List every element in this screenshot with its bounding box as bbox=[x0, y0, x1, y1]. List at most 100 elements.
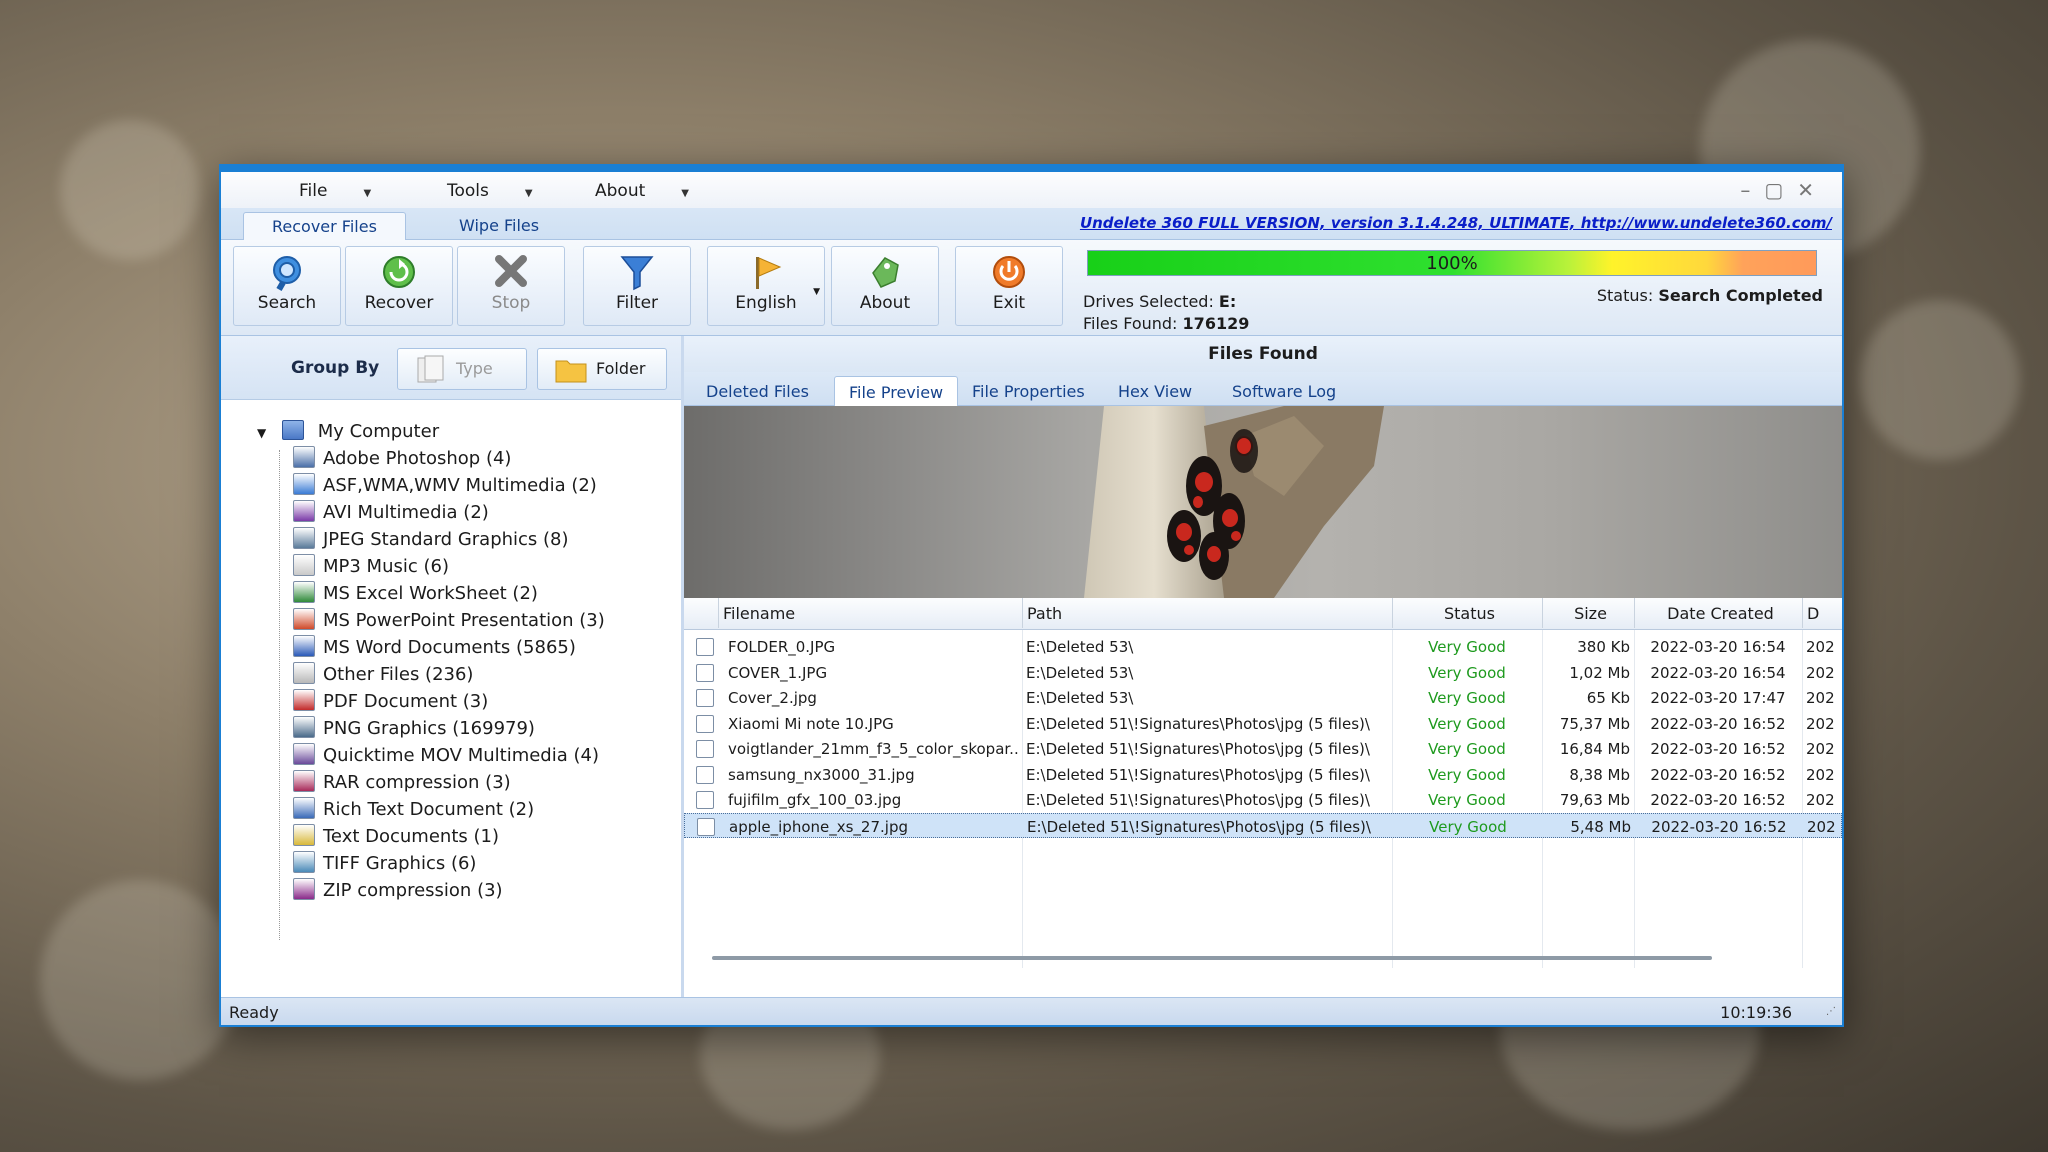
cell-date-created: 2022-03-20 16:52 bbox=[1650, 714, 1786, 733]
tree-item[interactable]: MS PowerPoint Presentation (3) bbox=[293, 608, 605, 634]
tree-item-label: MS Excel WorkSheet (2) bbox=[323, 583, 538, 604]
table-row[interactable]: samsung_nx3000_31.jpg E:\Deleted 51\!Sign… bbox=[684, 762, 1842, 787]
tab-file-properties[interactable]: File Properties bbox=[958, 376, 1099, 406]
collapse-icon[interactable]: ▼ bbox=[257, 426, 266, 440]
group-by-folder-label: Folder bbox=[596, 359, 646, 378]
menu-bar: File ▼ Tools ▼ About ▼ –▢✕ bbox=[221, 172, 1842, 208]
cell-filename: Xiaomi Mi note 10.JPG bbox=[728, 714, 894, 733]
language-button-label: English bbox=[735, 293, 797, 313]
cell-path: E:\Deleted 51\!Signatures\Photos\jpg (5 … bbox=[1026, 740, 1370, 758]
tree-item[interactable]: Other Files (236) bbox=[293, 662, 473, 688]
folder-icon bbox=[555, 360, 587, 383]
version-link[interactable]: Undelete 360 FULL VERSION, version 3.1.4… bbox=[1080, 214, 1832, 232]
left-pane: Group By Type Folder ▼ My Computer Adobe… bbox=[221, 336, 681, 997]
tab-file-preview[interactable]: File Preview bbox=[834, 376, 959, 406]
table-row[interactable]: Cover_2.jpg E:\Deleted 53\ Very Good 65 Kb 2… bbox=[684, 685, 1842, 710]
menu-file[interactable]: File ▼ bbox=[299, 181, 371, 201]
tree-item[interactable]: JPEG Standard Graphics (8) bbox=[293, 527, 569, 553]
col-path[interactable]: Path bbox=[1022, 598, 1392, 628]
tab-hex-view[interactable]: Hex View bbox=[1104, 376, 1206, 406]
stop-icon bbox=[495, 255, 527, 287]
col-size[interactable]: Size bbox=[1542, 598, 1634, 628]
exit-button[interactable]: Exit bbox=[955, 246, 1063, 326]
status-label: Status: bbox=[1596, 286, 1654, 305]
tree-item[interactable]: RAR compression (3) bbox=[293, 770, 511, 796]
filter-button[interactable]: Filter bbox=[583, 246, 691, 326]
col-status[interactable]: Status bbox=[1392, 598, 1542, 628]
tab-wipe-files[interactable]: Wipe Files bbox=[431, 212, 567, 240]
row-checkbox[interactable] bbox=[696, 663, 714, 682]
minimize-icon[interactable]: – bbox=[1740, 178, 1764, 202]
cell-path: E:\Deleted 53\ bbox=[1026, 689, 1134, 707]
tree-item[interactable]: MP3 Music (6) bbox=[293, 554, 449, 580]
tree-item[interactable]: ASF,WMA,WMV Multimedia (2) bbox=[293, 473, 597, 499]
tree-item-label: MP3 Music (6) bbox=[323, 556, 449, 577]
tree-item[interactable]: MS Excel WorkSheet (2) bbox=[293, 581, 538, 607]
cell-size: 1,02 Mb bbox=[1569, 663, 1630, 682]
table-header: Filename Path Status Size Date Created D bbox=[684, 598, 1842, 630]
tree-item-label: AVI Multimedia (2) bbox=[323, 502, 489, 523]
search-button[interactable]: Search bbox=[233, 246, 341, 326]
tab-deleted-files[interactable]: Deleted Files bbox=[692, 376, 823, 406]
row-checkbox[interactable] bbox=[696, 689, 714, 707]
tree-item[interactable]: Adobe Photoshop (4) bbox=[293, 446, 511, 472]
tree-item[interactable]: Quicktime MOV Multimedia (4) bbox=[293, 743, 599, 769]
table-row[interactable]: FOLDER_0.JPG E:\Deleted 53\ Very Good 380 K… bbox=[684, 634, 1842, 659]
file-type-icon bbox=[293, 878, 315, 900]
chevron-down-icon: ▼ bbox=[363, 188, 372, 199]
tree-item[interactable]: Rich Text Document (2) bbox=[293, 797, 534, 823]
row-checkbox[interactable] bbox=[696, 714, 714, 733]
menu-tools[interactable]: Tools ▼ bbox=[447, 181, 533, 201]
language-button[interactable]: English ▼ bbox=[707, 246, 825, 326]
tree-item[interactable]: Text Documents (1) bbox=[293, 824, 499, 850]
close-icon[interactable]: ✕ bbox=[1797, 178, 1828, 202]
recover-icon bbox=[383, 256, 415, 288]
row-checkbox[interactable] bbox=[696, 765, 714, 784]
cell-path: E:\Deleted 53\ bbox=[1026, 663, 1134, 682]
recover-button-label: Recover bbox=[364, 293, 434, 313]
col-filename[interactable]: Filename bbox=[718, 598, 1054, 628]
maximize-icon[interactable]: ▢ bbox=[1764, 178, 1797, 202]
cell-size: 75,37 Mb bbox=[1559, 714, 1630, 733]
file-type-icon bbox=[293, 473, 315, 495]
resize-grip-icon[interactable]: ⋰ bbox=[1826, 1006, 1836, 1017]
tree-item[interactable]: PDF Document (3) bbox=[293, 689, 488, 715]
tag-icon bbox=[872, 257, 899, 288]
row-checkbox[interactable] bbox=[696, 740, 714, 758]
row-checkbox[interactable] bbox=[697, 817, 715, 836]
file-type-icon bbox=[293, 716, 315, 738]
table-row[interactable]: COVER_1.JPG E:\Deleted 53\ Very Good 1,02 M… bbox=[684, 660, 1842, 685]
tree-item-label: MS PowerPoint Presentation (3) bbox=[323, 610, 605, 631]
col-date-modified[interactable]: D bbox=[1802, 598, 1842, 628]
cell-date-modified: 202 bbox=[1807, 817, 1836, 836]
tab-software-log[interactable]: Software Log bbox=[1218, 376, 1350, 406]
tree-item[interactable]: PNG Graphics (169979) bbox=[293, 716, 535, 742]
table-row[interactable]: Xiaomi Mi note 10.JPG E:\Deleted 51\!Sign… bbox=[684, 711, 1842, 736]
row-checkbox[interactable] bbox=[696, 791, 714, 809]
recover-button[interactable]: Recover bbox=[345, 246, 453, 326]
about-button[interactable]: About bbox=[831, 246, 939, 326]
horizontal-scrollbar[interactable] bbox=[712, 956, 1712, 960]
file-type-icon bbox=[293, 608, 315, 630]
group-by-folder-button[interactable]: Folder bbox=[537, 348, 667, 390]
bokeh bbox=[1860, 300, 2020, 460]
filter-button-label: Filter bbox=[615, 293, 659, 313]
stop-button[interactable]: Stop bbox=[457, 246, 565, 326]
tree-item[interactable]: ZIP compression (3) bbox=[293, 878, 503, 904]
tree-item[interactable]: TIFF Graphics (6) bbox=[293, 851, 476, 877]
table-row[interactable]: apple_iphone_xs_27.jpg E:\Deleted 51\!Sig… bbox=[684, 812, 1842, 838]
tree-root[interactable]: ▼ My Computer bbox=[257, 420, 439, 442]
cell-status: Very Good bbox=[1428, 663, 1506, 682]
menu-about[interactable]: About ▼ bbox=[595, 181, 689, 201]
group-by-type-button[interactable]: Type bbox=[397, 348, 527, 390]
table-row[interactable]: fujifilm_gfx_100_03.jpg E:\Deleted 51\!Si… bbox=[684, 787, 1842, 812]
table-row[interactable]: voigtlander_21mm_f3_5_color_skopar... E:\… bbox=[684, 736, 1842, 761]
bokeh bbox=[40, 880, 240, 1080]
col-date-created[interactable]: Date Created bbox=[1634, 598, 1802, 628]
file-type-icon bbox=[293, 554, 315, 576]
row-checkbox[interactable] bbox=[696, 638, 714, 656]
tab-recover-files[interactable]: Recover Files bbox=[243, 212, 406, 240]
tree-item[interactable]: AVI Multimedia (2) bbox=[293, 500, 489, 526]
tree-item[interactable]: MS Word Documents (5865) bbox=[293, 635, 576, 661]
tree-item-label: Adobe Photoshop (4) bbox=[323, 448, 512, 469]
